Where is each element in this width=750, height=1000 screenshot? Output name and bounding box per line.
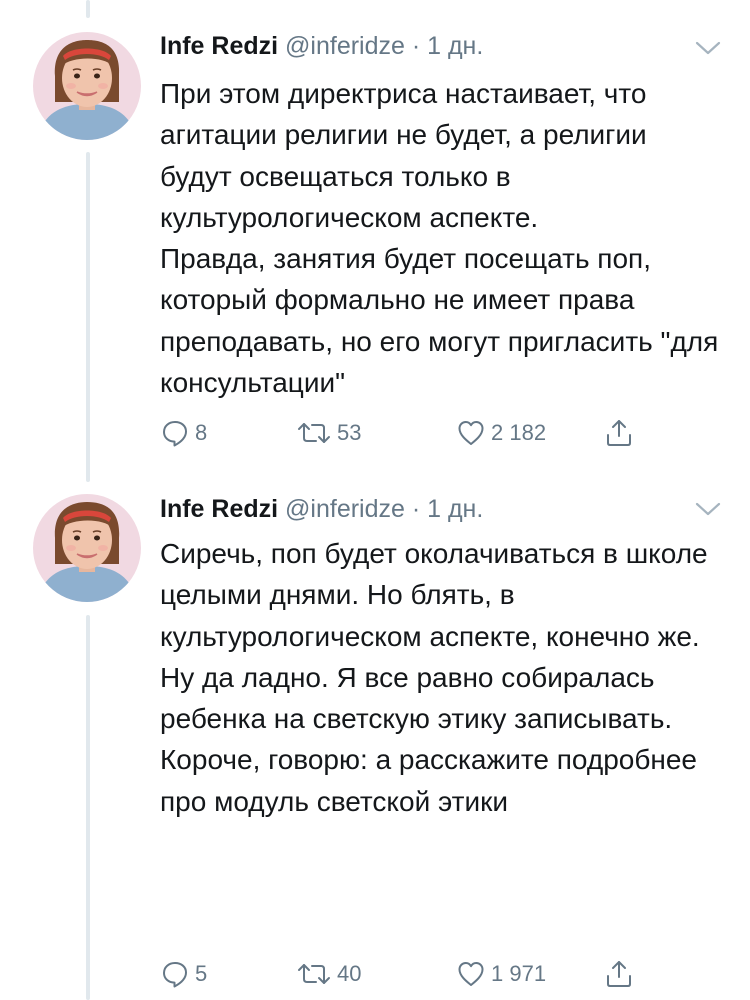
avatar-image [33,494,141,602]
retweet-count: 40 [337,961,362,986]
tweet[interactable]: Infe Redzi @inferidze · 1 дн. При этом д… [0,0,750,480]
reply-icon [163,421,187,447]
tweet-header: Infe Redzi @inferidze · 1 дн. [160,31,483,61]
reply-button[interactable]: 8 [160,416,207,450]
more-options-button[interactable] [694,39,722,57]
reply-count: 8 [195,420,208,445]
tweet-timestamp[interactable]: 1 дн. [427,32,483,60]
reply-button[interactable]: 5 [160,957,207,991]
like-icon [458,421,484,445]
tweet-actions: 8 53 2 182 [160,416,680,450]
reply-count: 5 [195,961,208,986]
author-handle[interactable]: @inferidze [285,495,405,523]
tweet-timestamp[interactable]: 1 дн. [427,495,483,523]
share-icon [607,420,631,446]
avatar-image [33,32,141,140]
author-handle[interactable]: @inferidze [285,32,405,60]
like-count: 2 182 [491,420,547,445]
header-separator: · [404,32,428,60]
retweet-count: 53 [337,420,362,445]
share-icon [607,961,631,987]
tweet[interactable]: Infe Redzi @inferidze · 1 дн. Сиречь, по… [0,480,750,1000]
like-count: 1 971 [491,961,547,986]
tweet-text: Сиречь, поп будет околачиваться в школе … [160,533,720,822]
tweet-paragraph: Короче, говорю: а расскажите подробнее п… [160,744,697,817]
tweet-header: Infe Redzi @inferidze · 1 дн. [160,494,483,524]
like-button[interactable]: 2 182 [456,416,546,450]
header-separator: · [404,495,428,523]
chevron-down-icon [695,41,721,55]
retweet-button[interactable]: 53 [296,416,361,450]
like-icon [458,962,484,986]
retweet-button[interactable]: 40 [296,957,361,991]
author-name[interactable]: Infe Redzi [160,495,278,523]
avatar[interactable] [33,494,141,602]
tweet-actions: 5 40 1 971 [160,957,680,991]
chevron-down-icon [695,502,721,516]
like-button[interactable]: 1 971 [456,957,546,991]
more-options-button[interactable] [694,500,722,518]
share-button[interactable] [604,416,634,450]
retweet-icon [298,423,330,443]
tweet-paragraph: Правда, занятия будет посещать поп, кото… [160,243,719,399]
tweet-text: При этом директриса настаивает, что агит… [160,73,720,403]
tweet-paragraph: Ну да ладно. Я все равно собиралась ребе… [160,661,673,735]
share-button[interactable] [604,957,634,991]
tweet-paragraph: Сиречь, поп будет околачиваться в школе … [160,538,708,652]
reply-icon [163,962,187,988]
tweet-paragraph: При этом директриса настаивает, что агит… [160,78,647,233]
avatar[interactable] [33,32,141,140]
retweet-icon [298,964,330,984]
author-name[interactable]: Infe Redzi [160,32,278,60]
